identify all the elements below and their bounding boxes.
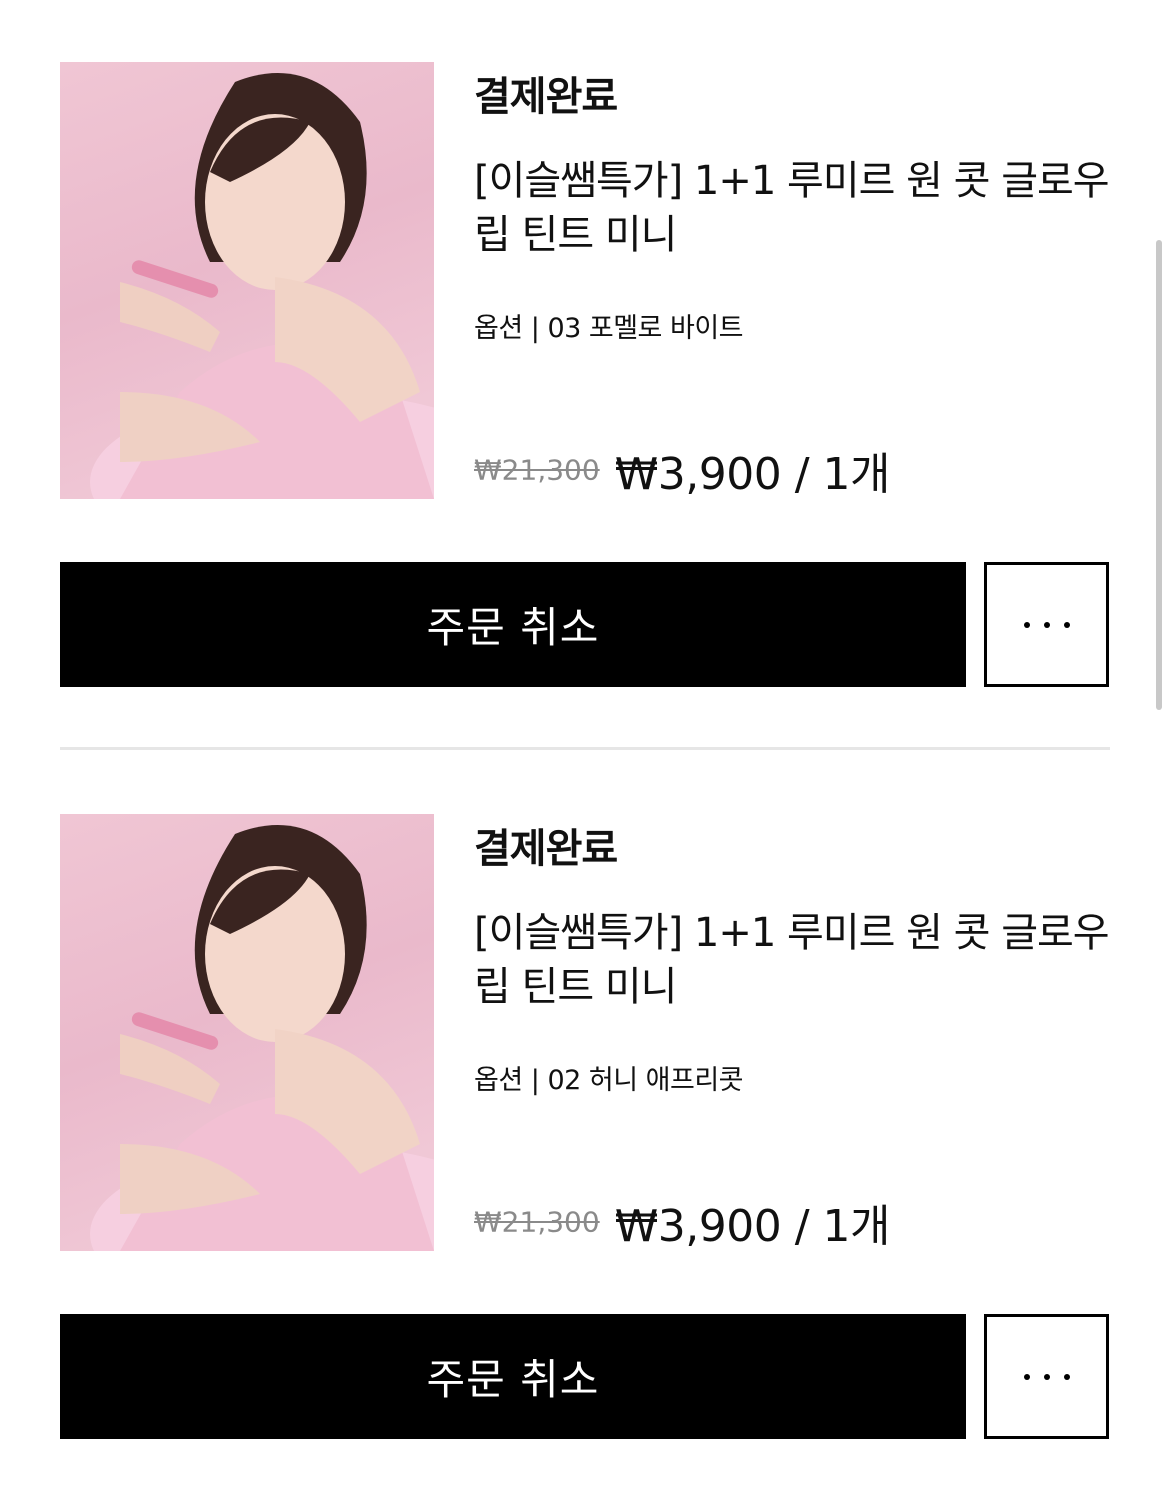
order-status: 결제완료 (474, 74, 618, 120)
cancel-order-button[interactable]: 주문 취소 (60, 562, 966, 687)
original-price: ₩21,300 (474, 1205, 600, 1239)
order-status: 결제완료 (474, 826, 618, 872)
product-option: 옵션 | 02 허니 애프리콧 (474, 1065, 744, 1096)
product-option: 옵션 | 03 포멜로 바이트 (474, 313, 744, 344)
original-price: ₩21,300 (474, 453, 600, 487)
product-image[interactable] (60, 814, 434, 1251)
scrollbar[interactable] (1156, 240, 1162, 710)
divider (60, 747, 1110, 750)
product-title[interactable]: [이슬쌤특가] 1+1 루미르 원 콧 글로우 립 틴트 미니 (474, 906, 1114, 1014)
more-horizontal-icon (1017, 621, 1077, 628)
final-price: ₩3,900 / 1개 (614, 449, 891, 500)
more-options-button[interactable] (984, 562, 1109, 687)
more-options-button[interactable] (984, 1314, 1109, 1439)
model-photo (90, 825, 434, 1251)
price-row: ₩21,300 ₩3,900 / 1개 (474, 1190, 891, 1254)
model-photo (90, 73, 434, 499)
more-horizontal-icon (1017, 1373, 1077, 1380)
cancel-order-button[interactable]: 주문 취소 (60, 1314, 966, 1439)
price-row: ₩21,300 ₩3,900 / 1개 (474, 438, 891, 502)
final-price: ₩3,900 / 1개 (614, 1201, 891, 1252)
product-image[interactable] (60, 62, 434, 499)
product-title[interactable]: [이슬쌤특가] 1+1 루미르 원 콧 글로우 립 틴트 미니 (474, 154, 1114, 262)
